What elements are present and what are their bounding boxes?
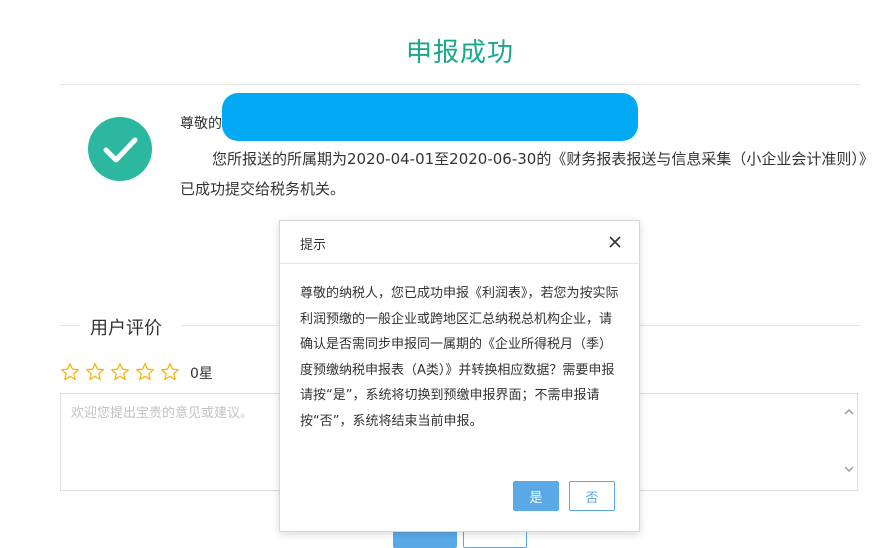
scroll-up-icon[interactable]: [842, 405, 856, 419]
star-outline-icon[interactable]: [110, 362, 130, 382]
star-outline-icon[interactable]: [160, 362, 180, 382]
close-icon[interactable]: [608, 235, 622, 249]
yes-button[interactable]: 是: [513, 481, 559, 511]
page-title: 申报成功: [405, 38, 514, 68]
title-divider: [60, 84, 860, 85]
star-outline-icon[interactable]: [85, 362, 105, 382]
star-rating[interactable]: [60, 362, 180, 382]
dialog-title: 提示: [300, 238, 327, 253]
check-circle-icon: [88, 117, 152, 181]
scroll-down-icon[interactable]: [842, 462, 856, 476]
evaluation-title: 用户评价: [90, 318, 162, 339]
success-message: 您所报送的所属期为2020-04-01至2020-06-30的《财务报表报送与信…: [180, 150, 867, 198]
dialog-message: 尊敬的纳税人，您已成功申报《利润表》，若您为按实际利润预缴的一般企业或跨地区汇总…: [300, 286, 619, 429]
star-outline-icon[interactable]: [135, 362, 155, 382]
prompt-dialog: 提示 尊敬的纳税人，您已成功申报《利润表》，若您为按实际利润预缴的一般企业或跨地…: [279, 220, 640, 532]
evaluation-divider-left: [60, 325, 80, 326]
rating-count: 0星: [190, 366, 213, 382]
greeting-text: 尊敬的: [180, 116, 222, 132]
redacted-taxpayer-name: [222, 93, 638, 141]
dialog-header: 提示: [280, 221, 639, 264]
star-outline-icon[interactable]: [60, 362, 80, 382]
no-button[interactable]: 否: [569, 481, 615, 511]
